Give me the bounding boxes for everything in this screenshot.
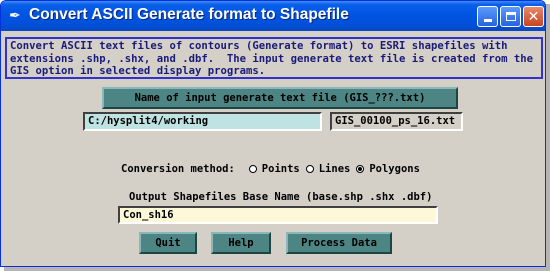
- radio-lines[interactable]: Lines: [305, 163, 351, 175]
- output-base-name-label: Output Shapefiles Base Name (base.shp .s…: [129, 191, 433, 203]
- radio-lines-indicator[interactable]: [305, 165, 314, 173]
- input-file-name-button[interactable]: Name of input generate text file (GIS_??…: [102, 87, 458, 109]
- window-shadow-bottom: [4, 267, 550, 271]
- feather-icon[interactable]: ✒: [9, 8, 23, 24]
- process-data-button[interactable]: Process Data: [286, 232, 392, 254]
- conversion-method-label: Conversion method:: [121, 163, 235, 175]
- maximize-icon: [505, 12, 516, 21]
- radio-polygons-indicator[interactable]: [356, 165, 365, 173]
- quit-button[interactable]: Quit: [139, 232, 197, 254]
- window-shadow-right: [546, 4, 550, 271]
- close-icon: ✕: [527, 8, 540, 25]
- radio-points[interactable]: Points: [248, 163, 300, 175]
- radio-polygons-label: Polygons: [369, 163, 420, 175]
- input-file-field[interactable]: GIS_00100_ps_16.txt: [330, 112, 463, 131]
- radio-polygons[interactable]: Polygons: [356, 163, 420, 175]
- minimize-icon: [483, 19, 492, 22]
- minimize-button[interactable]: [477, 6, 498, 27]
- window-title: Convert ASCII Generate format to Shapefi…: [29, 6, 349, 23]
- description-text: Convert ASCII text files of contours (Ge…: [5, 37, 543, 79]
- conversion-method-row: Conversion method: Points Lines Polygons: [121, 161, 426, 177]
- help-button[interactable]: Help: [211, 232, 271, 254]
- close-button[interactable]: ✕: [523, 6, 544, 27]
- maximize-button[interactable]: [500, 6, 521, 27]
- output-base-name-field[interactable]: Con_sh16: [118, 206, 438, 224]
- radio-points-indicator[interactable]: [248, 165, 257, 173]
- directory-field[interactable]: C:/hysplit4/working: [83, 112, 322, 131]
- radio-points-label: Points: [261, 163, 300, 175]
- radio-lines-label: Lines: [318, 163, 351, 175]
- dialog-window: ✒ Convert ASCII Generate format to Shape…: [0, 0, 546, 267]
- title-bar[interactable]: ✒ Convert ASCII Generate format to Shape…: [1, 1, 545, 31]
